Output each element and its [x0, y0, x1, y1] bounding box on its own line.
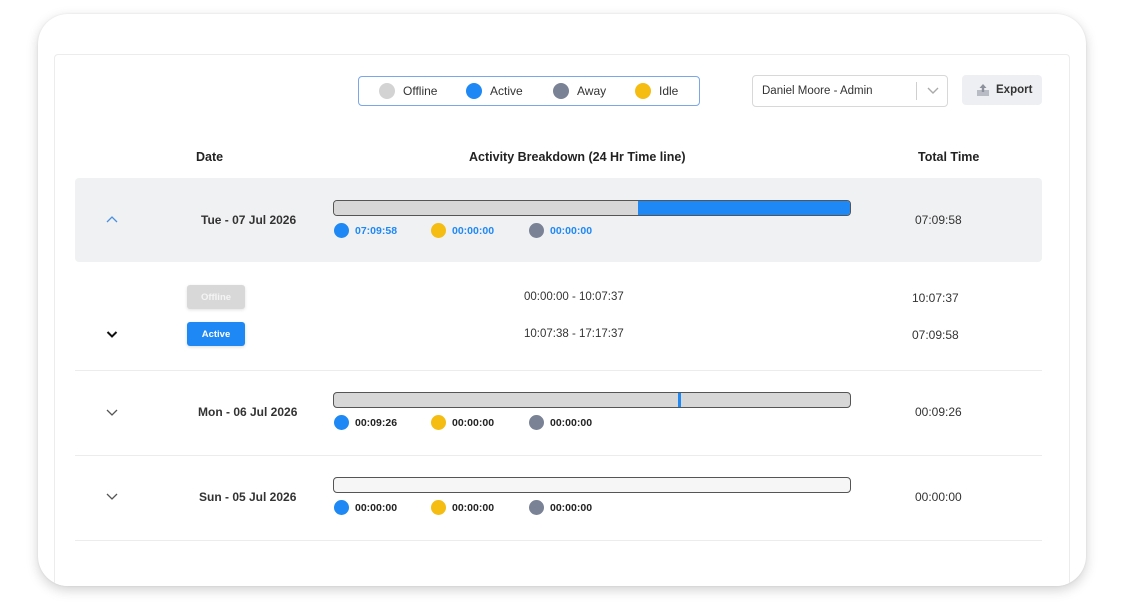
- activity-timeline-bar: [333, 477, 851, 493]
- away-dot-icon: [529, 415, 544, 430]
- offline-dot-icon: [379, 83, 395, 99]
- legend-active: Active: [466, 83, 523, 99]
- user-select[interactable]: Daniel Moore - Admin: [752, 75, 948, 107]
- active-stat: 07:09:58: [334, 223, 397, 238]
- legend-idle: Idle: [635, 83, 678, 99]
- active-duration: 07:09:58: [355, 224, 398, 237]
- activity-timeline-bar: [333, 392, 851, 408]
- row-date: Sun - 05 Jul 2026: [199, 490, 297, 504]
- active-dot-icon: [466, 83, 482, 99]
- idle-dot-icon: [431, 223, 446, 238]
- upload-icon: [977, 84, 989, 96]
- legend-offline: Offline: [379, 83, 437, 99]
- row-divider: [75, 540, 1042, 541]
- detail-range: 10:07:38 - 17:17:37: [524, 328, 624, 340]
- chevron-down-icon[interactable]: [104, 326, 120, 342]
- export-button[interactable]: Export: [962, 75, 1042, 105]
- select-divider: [916, 82, 917, 100]
- legend-label: Active: [490, 84, 523, 98]
- idle-stat: 00:00:00: [431, 223, 494, 238]
- legend-away: Away: [553, 83, 606, 99]
- status-legend: Offline Active Away Idle: [358, 76, 700, 106]
- row-date: Mon - 06 Jul 2026: [198, 405, 298, 419]
- idle-dot-icon: [431, 500, 446, 515]
- active-duration: 00:09:26: [355, 416, 398, 429]
- detail-range: 00:00:00 - 10:07:37: [524, 291, 624, 303]
- idle-duration: 00:00:00: [452, 501, 495, 514]
- idle-duration: 00:00:00: [452, 224, 495, 237]
- header-date: Date: [196, 150, 224, 164]
- legend-label: Offline: [403, 84, 438, 98]
- day-row[interactable]: Sun - 05 Jul 2026 00:00:00 00:00:00 00:0…: [75, 456, 1042, 540]
- status-pill-offline[interactable]: Offline: [187, 285, 245, 309]
- legend-label: Idle: [659, 84, 679, 98]
- away-duration: 00:00:00: [550, 416, 593, 429]
- row-total: 00:00:00: [915, 490, 962, 504]
- export-label: Export: [996, 84, 1033, 96]
- timeline-segment-offline: [334, 201, 638, 215]
- idle-dot-icon: [431, 415, 446, 430]
- chevron-down-icon[interactable]: [104, 488, 120, 504]
- detail-duration: 10:07:37: [912, 291, 959, 305]
- away-stat: 00:00:00: [529, 223, 592, 238]
- active-dot-icon: [334, 223, 349, 238]
- idle-duration: 00:00:00: [452, 416, 495, 429]
- away-dot-icon: [529, 500, 544, 515]
- timeline-segment-active: [677, 393, 682, 407]
- chevron-down-icon[interactable]: [104, 404, 120, 420]
- away-duration: 00:00:00: [550, 224, 593, 237]
- detail-duration: 07:09:58: [912, 328, 959, 342]
- away-duration: 00:00:00: [550, 501, 593, 514]
- legend-label: Away: [577, 84, 607, 98]
- row-total: 07:09:58: [915, 213, 962, 227]
- idle-stat: 00:00:00: [431, 500, 494, 515]
- active-dot-icon: [334, 500, 349, 515]
- away-dot-icon: [529, 223, 544, 238]
- away-stat: 00:00:00: [529, 415, 592, 430]
- row-total: 00:09:26: [915, 405, 962, 419]
- activity-timeline-bar: [333, 200, 851, 216]
- status-pill-active[interactable]: Active: [187, 322, 245, 346]
- idle-stat: 00:00:00: [431, 415, 494, 430]
- header-breakdown: Activity Breakdown (24 Hr Time line): [469, 150, 686, 164]
- away-stat: 00:00:00: [529, 500, 592, 515]
- active-stat: 00:09:26: [334, 415, 397, 430]
- day-row[interactable]: Tue - 07 Jul 2026 07:09:58 00:00:00 00:0…: [75, 178, 1042, 262]
- active-dot-icon: [334, 415, 349, 430]
- row-date: Tue - 07 Jul 2026: [201, 213, 297, 227]
- away-dot-icon: [553, 83, 569, 99]
- header-total: Total Time: [918, 150, 980, 164]
- user-select-value: Daniel Moore - Admin: [762, 85, 873, 97]
- day-row[interactable]: Mon - 06 Jul 2026 00:09:26 00:00:00 00:0…: [75, 371, 1042, 455]
- timeline-segment-active: [637, 201, 850, 215]
- chevron-up-icon[interactable]: [104, 212, 120, 228]
- idle-dot-icon: [635, 83, 651, 99]
- chevron-down-icon[interactable]: [925, 82, 941, 98]
- active-duration: 00:00:00: [355, 501, 398, 514]
- active-stat: 00:00:00: [334, 500, 397, 515]
